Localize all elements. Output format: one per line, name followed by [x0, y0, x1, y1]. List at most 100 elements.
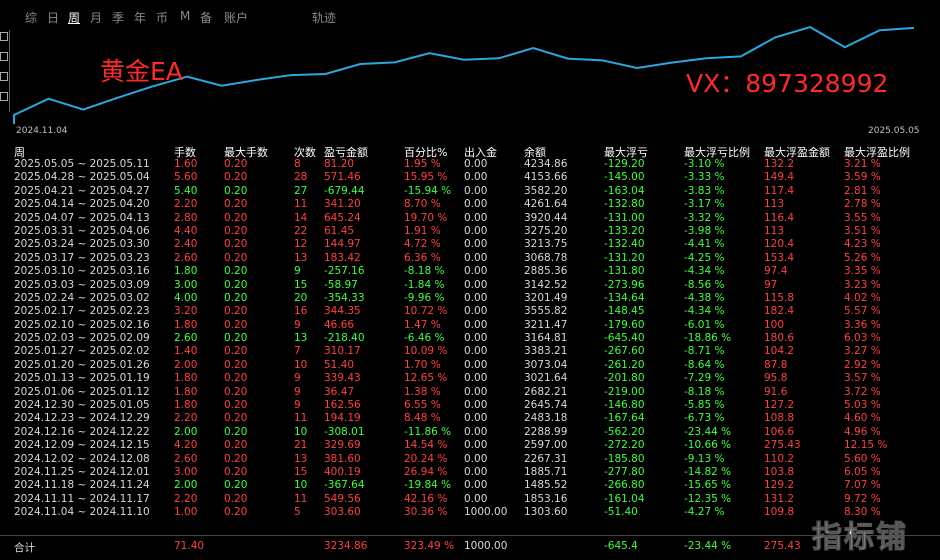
table-cell: 12.65 % [404, 372, 448, 385]
table-cell: 144.97 [324, 238, 361, 251]
table-cell: -6.01 % [684, 318, 725, 331]
table-cell: 36.47 [324, 385, 355, 398]
table-cell: 131.2 [764, 492, 795, 505]
table-cell: 11 [294, 412, 308, 425]
table-row: 2024.11.11 ~ 2024.11.17 2.20 0.20 11 549.56 4… [14, 493, 940, 506]
table-row: 2025.03.17 ~ 2025.03.23 2.60 0.20 13 183.42 6… [14, 252, 940, 265]
table-cell: 2024.11.11 ~ 2024.11.17 [14, 492, 150, 505]
table-cell: 3.00 [174, 278, 198, 291]
table-cell: 0.20 [224, 385, 248, 398]
weekly-stats-table: 周手数 最大手数 次数 盈亏金额 百分比% 出入金 余额 最大浮亏 最大浮亏比例 最大浮盈金额 最大… [14, 143, 940, 520]
table-row: 2024.12.30 ~ 2025.01.05 1.80 0.20 9 162.56 6.… [14, 399, 940, 412]
table-cell: 5.40 [174, 184, 198, 197]
table-cell: 341.20 [324, 198, 361, 211]
table-cell: 0.20 [224, 372, 248, 385]
table-cell: 3.21 % [844, 158, 881, 170]
table-cell: 51.40 [324, 358, 355, 371]
table-cell: 0.20 [224, 211, 248, 224]
table-cell: 2024.12.09 ~ 2024.12.15 [14, 439, 150, 452]
table-cell: 400.19 [324, 465, 361, 478]
table-cell: 3.59 % [844, 171, 881, 184]
chart-date-end: 2025.05.05 [868, 126, 920, 136]
table-cell: 5 [294, 506, 301, 519]
table-cell: 149.4 [764, 171, 795, 184]
table-cell: 5.57 % [844, 305, 881, 318]
table-row: 2025.02.03 ~ 2025.02.09 2.60 0.20 13 -218.40… [14, 332, 940, 345]
table-cell: -167.64 [604, 412, 645, 425]
table-cell: 0.00 [464, 492, 488, 505]
table-cell: 182.4 [764, 305, 795, 318]
table-cell: -367.64 [324, 479, 365, 492]
table-cell: 5.26 % [844, 251, 881, 264]
table-cell: 42.16 % [404, 492, 448, 505]
table-cell: 0.20 [224, 479, 248, 492]
table-cell: 14.54 % [404, 439, 448, 452]
table-cell: 5.60 % [844, 452, 881, 465]
table-cell: 2025.01.20 ~ 2025.01.26 [14, 358, 150, 371]
table-row: 2025.04.28 ~ 2025.05.04 5.60 0.20 28 571.46 1… [14, 171, 940, 184]
table-row: 2025.03.31 ~ 2025.04.06 4.40 0.20 22 61.45 1.… [14, 225, 940, 238]
table-cell: 0.20 [224, 318, 248, 331]
table-cell: 0.20 [224, 452, 248, 465]
table-cell: -3.32 % [684, 211, 725, 224]
table-row: 2024.12.23 ~ 2024.12.29 2.20 0.20 11 194.19 8… [14, 412, 940, 425]
table-cell: 0.20 [224, 251, 248, 264]
table-cell: 6.36 % [404, 251, 441, 264]
table-cell: 0.20 [224, 465, 248, 478]
table-body: 2025.05.05 ~ 2025.05.11 1.60 0.20 8 81.20 1.9… [14, 158, 940, 520]
table-cell: 3.36 % [844, 318, 881, 331]
table-cell: 12.15 % [844, 439, 888, 452]
tab-m[interactable]: M [180, 9, 190, 23]
table-cell: 0.00 [464, 345, 488, 358]
table-cell: 129.2 [764, 479, 795, 492]
table-cell: 2025.02.10 ~ 2025.02.16 [14, 318, 150, 331]
table-cell: 10.09 % [404, 345, 448, 358]
table-cell: -10.66 % [684, 439, 732, 452]
table-cell: 381.60 [324, 452, 361, 465]
table-cell: 3021.64 [524, 372, 568, 385]
table-cell: 15 [294, 278, 308, 291]
balance-chart: 黄金EA VX：897328992 [0, 22, 940, 136]
table-cell: 87.8 [764, 358, 788, 371]
table-cell: 1853.16 [524, 492, 568, 505]
table-cell: 571.46 [324, 171, 361, 184]
table-cell: 9 [294, 372, 301, 385]
chart-overlay-title: 黄金EA [100, 57, 183, 86]
table-cell: 115.8 [764, 291, 795, 304]
table-cell: 8.70 % [404, 198, 441, 211]
table-cell: 0.00 [464, 452, 488, 465]
table-cell: 104.2 [764, 345, 795, 358]
table-cell: 0.00 [464, 318, 488, 331]
table-cell: 2024.11.04 ~ 2024.11.10 [14, 506, 150, 519]
table-cell: 1000.00 [464, 506, 508, 519]
table-cell: 97 [764, 278, 778, 291]
table-cell: 9 [294, 318, 301, 331]
table-cell: 11 [294, 198, 308, 211]
table-cell: 2.92 % [844, 358, 881, 371]
table-cell: 0.00 [464, 332, 488, 345]
table-cell: 3.27 % [844, 345, 881, 358]
table-cell: 3164.81 [524, 332, 568, 345]
table-cell: -14.82 % [684, 465, 732, 478]
table-cell: 1.60 [174, 158, 198, 170]
table-cell: 3.55 % [844, 211, 881, 224]
table-cell: 13 [294, 452, 308, 465]
table-cell: -132.40 [604, 238, 645, 251]
table-cell: -562.20 [604, 425, 645, 438]
table-cell: 2.20 [174, 492, 198, 505]
table-cell: 0.20 [224, 184, 248, 197]
table-cell: 310.17 [324, 345, 361, 358]
table-row: 2024.11.25 ~ 2024.12.01 3.00 0.20 15 400.19 2… [14, 466, 940, 479]
table-cell: 7.07 % [844, 479, 881, 492]
table-cell: 27 [294, 184, 308, 197]
table-cell: 2.00 [174, 358, 198, 371]
table-cell: 110.2 [764, 452, 795, 465]
table-cell: 2025.02.03 ~ 2025.02.09 [14, 332, 150, 345]
table-cell: 0.20 [224, 265, 248, 278]
table-cell: -179.60 [604, 318, 645, 331]
table-cell: 2025.01.13 ~ 2025.01.19 [14, 372, 150, 385]
totals-profit: 3234.86 [324, 540, 368, 552]
table-cell: 2.00 [174, 479, 198, 492]
table-cell: 3213.75 [524, 238, 568, 251]
table-cell: 81.20 [324, 158, 355, 170]
